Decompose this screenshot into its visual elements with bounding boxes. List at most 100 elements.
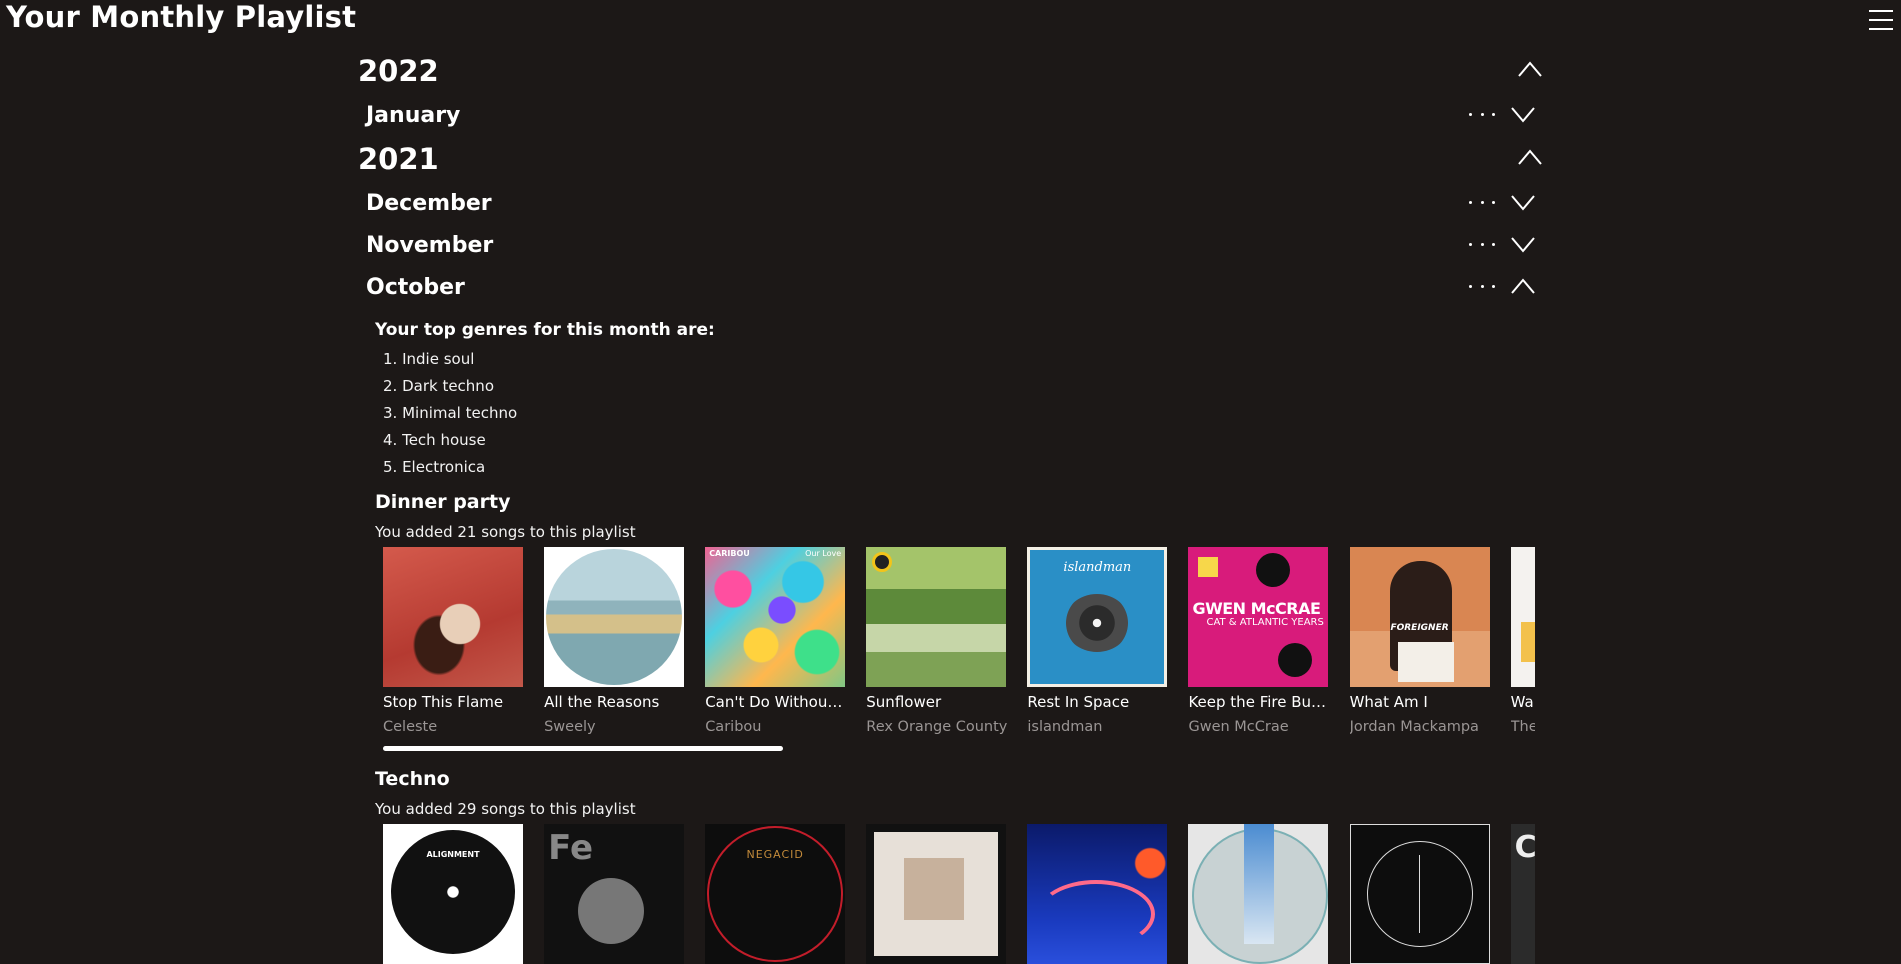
year-2022-header[interactable]: 2022 (358, 48, 1544, 94)
album-cover (1188, 824, 1329, 964)
genres-heading: Your top genres for this month are: (375, 320, 715, 340)
playlist-song-count: You added 21 songs to this playlist (375, 523, 636, 541)
album-cover (1027, 824, 1168, 964)
chevron-down-icon[interactable] (1510, 102, 1536, 126)
month-row-october[interactable]: October (358, 266, 1544, 308)
cover-text: NEGACID (746, 848, 804, 861)
album-cover: islandman (1027, 547, 1168, 687)
more-options-icon[interactable] (1469, 102, 1495, 126)
track-title: Keep the Fire Bur... (1188, 693, 1330, 711)
cover-text: Fe (548, 828, 594, 868)
track-card[interactable]: H Wanna The Inte (1510, 547, 1535, 737)
track-card[interactable]: NEGACID (705, 824, 846, 964)
year-title: 2022 (358, 54, 439, 88)
chevron-up-icon[interactable] (1516, 56, 1544, 82)
track-artist: Celeste (383, 719, 438, 735)
track-card[interactable]: Stop This Flame Celeste (383, 547, 524, 737)
genre-item: 4. Tech house (383, 431, 486, 449)
cover-text: CAT & ATLANTIC YEARS (1206, 617, 1324, 628)
month-title: November (366, 232, 494, 258)
track-card[interactable]: ALIGNMENT (383, 824, 524, 964)
track-card[interactable]: CARIBOU Our Love Can't Do Without ... Ca… (705, 547, 846, 737)
cover-text: Our Love (805, 549, 842, 558)
album-cover (866, 824, 1007, 964)
year-title: 2021 (358, 142, 439, 176)
more-options-icon[interactable] (1469, 232, 1495, 256)
track-title: Sunflower (866, 693, 942, 711)
more-options-icon[interactable] (1469, 274, 1495, 298)
month-title: October (366, 274, 465, 300)
album-cover: GWEN McCRAE CAT & ATLANTIC YEARS (1188, 547, 1329, 687)
scrollbar-thumb[interactable] (383, 746, 784, 751)
app-title: Your Monthly Playlist (6, 0, 357, 34)
track-title: What Am I (1349, 693, 1428, 711)
track-card[interactable] (1027, 824, 1168, 964)
track-artist: Jordan Mackampa (1349, 719, 1479, 735)
cover-text: CE (1514, 830, 1535, 865)
track-artist: Caribou (705, 719, 762, 735)
track-carousel[interactable]: Stop This Flame Celeste All the Reasons … (375, 547, 1535, 737)
album-cover: ALIGNMENT (383, 824, 523, 964)
playlist-dinner-party: Dinner party You added 21 songs to this … (375, 487, 1544, 752)
track-card[interactable]: All the Reasons Sweely (544, 547, 685, 737)
playlist-song-count: You added 29 songs to this playlist (375, 800, 636, 818)
playlist-archive: 2022 January 2021 December November Octo… (358, 48, 1544, 964)
track-artist: The Inte (1510, 719, 1535, 735)
genre-item: 1. Indie soul (383, 350, 475, 368)
track-card[interactable]: FOREIGNER What Am I Jordan Mackampa (1349, 547, 1491, 737)
album-cover: FOREIGNER (1349, 547, 1490, 687)
track-card[interactable]: islandman Rest In Space islandman (1027, 547, 1168, 737)
track-card[interactable] (866, 824, 1007, 964)
track-title: All the Reasons (544, 693, 660, 711)
chevron-up-icon[interactable] (1510, 274, 1536, 298)
cover-text: GWEN McCRAE (1192, 599, 1321, 618)
track-artist: Rex Orange County (866, 719, 1008, 735)
month-title: January (366, 102, 461, 128)
track-card[interactable] (1349, 824, 1491, 964)
album-cover: H (1510, 547, 1535, 687)
cover-text: ALIGNMENT (426, 850, 480, 859)
month-row-december[interactable]: December (358, 182, 1544, 224)
track-card[interactable] (1188, 824, 1329, 964)
track-artist: Sweely (544, 719, 596, 735)
month-row-january[interactable]: January (358, 94, 1544, 136)
month-row-november[interactable]: November (358, 224, 1544, 266)
chevron-down-icon[interactable] (1510, 190, 1536, 214)
track-card[interactable]: Fe (544, 824, 685, 964)
track-title: Wanna (1510, 693, 1535, 711)
chevron-down-icon[interactable] (1510, 232, 1536, 256)
genre-item: 3. Minimal techno (383, 404, 518, 422)
chevron-up-icon[interactable] (1516, 144, 1544, 170)
track-title: Stop This Flame (383, 693, 504, 711)
track-title: Rest In Space (1027, 693, 1130, 711)
track-card[interactable]: CE (1510, 824, 1535, 964)
album-cover (544, 547, 685, 687)
track-artist: islandman (1027, 719, 1103, 735)
track-artist: Gwen McCrae (1188, 719, 1289, 735)
playlist-name[interactable]: Techno (375, 764, 1544, 794)
album-cover: CARIBOU Our Love (705, 547, 846, 687)
album-cover: Fe (544, 824, 685, 964)
track-carousel[interactable]: ALIGNMENT Fe NEGACID C (375, 824, 1535, 964)
month-title: December (366, 190, 492, 216)
playlist-techno: Techno You added 29 songs to this playli… (375, 764, 1544, 964)
year-2021-header[interactable]: 2021 (358, 136, 1544, 182)
genre-item: 2. Dark techno (383, 377, 494, 395)
album-cover: NEGACID (705, 824, 846, 964)
genre-item: 5. Electronica (383, 458, 486, 476)
album-cover: CE (1510, 824, 1535, 964)
album-cover (1349, 824, 1490, 964)
hamburger-menu-icon[interactable] (1869, 10, 1893, 32)
track-title: Can't Do Without ... (705, 693, 847, 711)
playlist-name[interactable]: Dinner party (375, 487, 1544, 517)
more-options-icon[interactable] (1469, 190, 1495, 214)
october-panel: Your top genres for this month are: 1. I… (358, 320, 1544, 964)
album-cover (383, 547, 523, 687)
genre-list: 1. Indie soul 2. Dark techno 3. Minimal … (375, 346, 1544, 481)
carousel-scrollbar[interactable] (383, 746, 1527, 752)
track-card[interactable]: Sunflower Rex Orange County (866, 547, 1007, 737)
album-cover (866, 547, 1007, 687)
track-card[interactable]: GWEN McCRAE CAT & ATLANTIC YEARS Keep th… (1188, 547, 1329, 737)
cover-text: FOREIGNER (1390, 623, 1449, 633)
cover-text: islandman (1063, 560, 1132, 575)
